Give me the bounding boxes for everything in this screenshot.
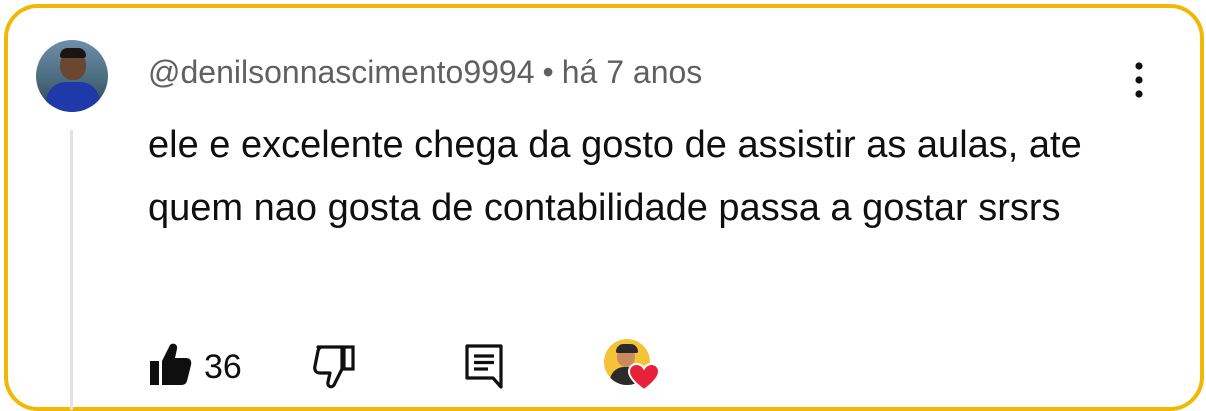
comment-card: @denilsonnascimento9994 • há 7 anos ele e … bbox=[4, 4, 1204, 411]
author-name[interactable]: @denilsonnascimento9994 bbox=[148, 54, 535, 90]
comment-time[interactable]: há 7 anos bbox=[562, 54, 703, 90]
comment-text: ele e excelente chega da gosto de assist… bbox=[148, 124, 1082, 229]
thread-line bbox=[70, 130, 73, 410]
dislike-button[interactable] bbox=[312, 343, 360, 394]
more-vertical-icon[interactable] bbox=[1124, 58, 1154, 102]
thumb-up-filled-icon bbox=[148, 341, 192, 392]
like-count: 36 bbox=[204, 347, 242, 386]
comment-actions: 36 bbox=[148, 339, 688, 394]
reply-button[interactable] bbox=[464, 343, 504, 394]
thumb-down-outline-icon bbox=[312, 345, 360, 393]
comment-reply-icon bbox=[464, 344, 504, 393]
avatar[interactable] bbox=[36, 40, 108, 112]
like-button[interactable]: 36 bbox=[148, 341, 242, 392]
creator-heart-icon bbox=[602, 339, 672, 393]
separator-dot: • bbox=[542, 54, 554, 90]
comment-header: @denilsonnascimento9994 • há 7 anos bbox=[148, 50, 702, 94]
